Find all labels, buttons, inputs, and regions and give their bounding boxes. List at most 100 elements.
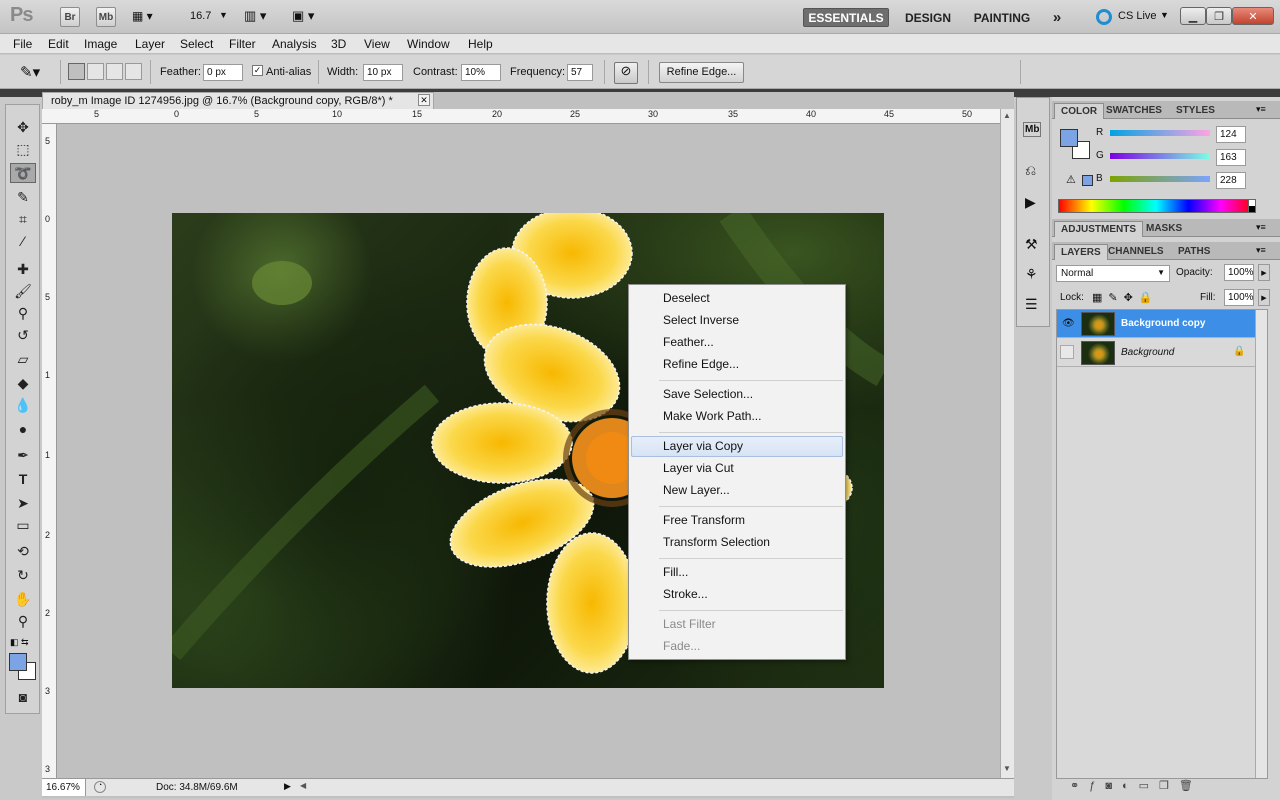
opacity-arrow-icon[interactable]: ▶ <box>1258 264 1270 281</box>
brush-presets-panel-icon[interactable]: ⚒ <box>1025 236 1038 253</box>
cs-live-button[interactable]: CS Live <box>1118 10 1157 22</box>
scroll-up-icon[interactable]: ▲ <box>1003 111 1011 120</box>
menu-3d[interactable]: 3D <box>331 37 346 51</box>
scroll-left-icon[interactable]: ◀ <box>300 781 306 790</box>
new-selection-icon[interactable] <box>68 63 85 80</box>
zoom-dropdown-icon[interactable]: ▼ <box>219 10 228 20</box>
layer-name[interactable]: Background copy <box>1121 318 1205 329</box>
restore-button[interactable]: ❐ <box>1206 7 1232 25</box>
minimize-button[interactable]: ▁ <box>1180 7 1206 25</box>
cs-live-dropdown-icon[interactable]: ▼ <box>1160 10 1169 20</box>
refine-edge-button[interactable]: Refine Edge... <box>659 62 744 83</box>
menu-item-layer-via-copy[interactable]: Layer via Copy <box>631 436 843 457</box>
status-info-icon[interactable]: ◔ <box>94 781 106 793</box>
mini-bridge-panel-icon[interactable]: Mb <box>1023 122 1042 137</box>
clone-stamp-tool-icon[interactable]: ⚲ <box>10 303 36 323</box>
g-slider[interactable] <box>1110 153 1210 159</box>
menu-item-free-transform[interactable]: Free Transform <box>631 510 843 531</box>
contrast-input[interactable]: 10% <box>461 64 501 81</box>
tab-masks[interactable]: MASKS <box>1140 221 1188 237</box>
document-tab[interactable]: roby_m Image ID 1274956.jpg @ 16.7% (Bac… <box>42 92 434 109</box>
move-tool-icon[interactable]: ✥ <box>10 117 36 137</box>
history-brush-tool-icon[interactable]: ↺ <box>10 325 36 345</box>
tab-adjustments[interactable]: ADJUSTMENTS <box>1054 221 1144 237</box>
quick-mask-icon[interactable]: ◙ <box>10 687 36 707</box>
magnetic-lasso-tool-preset-icon[interactable]: ✎▾ <box>20 63 40 81</box>
panel-menu-icon[interactable]: ▾≡ <box>1256 104 1266 115</box>
add-to-selection-icon[interactable] <box>87 63 104 80</box>
r-slider[interactable] <box>1110 130 1210 136</box>
menu-window[interactable]: Window <box>407 37 450 51</box>
pen-tool-icon[interactable]: ✒ <box>10 445 36 465</box>
quick-selection-tool-icon[interactable]: ✎ <box>10 187 36 207</box>
view-extras-button[interactable]: ▦ ▾ <box>132 9 164 25</box>
cs-live-icon[interactable] <box>1096 9 1112 25</box>
fill-input[interactable]: 100% <box>1224 289 1254 306</box>
g-value-input[interactable]: 163 <box>1216 149 1246 166</box>
arrange-documents-button[interactable]: ▥ ▾ <box>244 8 280 26</box>
menu-item-layer-via-cut[interactable]: Layer via Cut <box>631 458 843 479</box>
menu-select[interactable]: Select <box>180 37 213 51</box>
menu-item-refine-edge[interactable]: Refine Edge... <box>631 354 843 375</box>
workspace-painting[interactable]: PAINTING <box>966 8 1038 27</box>
frequency-input[interactable]: 57 <box>567 64 593 81</box>
blur-tool-icon[interactable]: 💧 <box>10 395 36 415</box>
opacity-input[interactable]: 100% <box>1224 264 1254 281</box>
hand-tool-icon[interactable]: ✋ <box>10 589 36 609</box>
workspace-essentials[interactable]: ESSENTIALS <box>803 8 889 27</box>
intersect-selection-icon[interactable] <box>125 63 142 80</box>
zoom-status-field[interactable]: 16.67% <box>42 779 86 796</box>
menu-item-save-selection[interactable]: Save Selection... <box>631 384 843 405</box>
anti-alias-checkbox[interactable]: ✓ <box>252 65 263 76</box>
blend-mode-select[interactable]: Normal ▼ <box>1056 265 1170 282</box>
zoom-tool-icon[interactable]: ⚲ <box>10 611 36 631</box>
vertical-scrollbar[interactable]: ▲ ▼ <box>1000 109 1014 778</box>
menu-file[interactable]: File <box>13 37 32 51</box>
menu-help[interactable]: Help <box>468 37 493 51</box>
clone-source-panel-icon[interactable]: ⚘ <box>1025 266 1038 283</box>
subtract-from-selection-icon[interactable] <box>106 63 123 80</box>
status-menu-arrow-icon[interactable]: ▶ <box>284 781 291 792</box>
layers-footer-icons[interactable]: ⚭ƒ◙◐▭❐🗑 <box>1070 779 1270 797</box>
foreground-color-swatch[interactable] <box>9 653 27 671</box>
menu-edit[interactable]: Edit <box>48 37 69 51</box>
gamut-warning-icon[interactable]: ⚠ <box>1066 173 1076 186</box>
mini-bridge-button[interactable]: Mb <box>96 7 116 27</box>
tab-channels[interactable]: CHANNELS <box>1102 244 1170 260</box>
close-button[interactable]: ✕ <box>1232 7 1274 25</box>
tab-layers[interactable]: LAYERS <box>1054 244 1108 260</box>
menu-item-feather[interactable]: Feather... <box>631 332 843 353</box>
color-spectrum-ramp[interactable] <box>1058 199 1254 213</box>
default-colors-icon[interactable]: ◧ ⇆ <box>10 637 29 648</box>
tab-color[interactable]: COLOR <box>1054 103 1105 119</box>
path-selection-tool-icon[interactable]: ➤ <box>10 493 36 513</box>
layer-row-background-copy[interactable]: 👁 Background copy <box>1057 310 1259 338</box>
dodge-tool-icon[interactable]: ● <box>10 419 36 439</box>
visibility-eye-icon[interactable]: 👁 <box>1062 318 1075 329</box>
magnetic-lasso-tool-icon[interactable]: ➰ <box>10 163 36 183</box>
lock-options-icons[interactable]: ▦✎✥🔒 <box>1092 291 1159 304</box>
r-value-input[interactable]: 124 <box>1216 126 1246 143</box>
brush-tool-icon[interactable]: 🖌 <box>10 281 36 301</box>
menu-item-transform-selection[interactable]: Transform Selection <box>631 532 843 553</box>
menu-item-stroke[interactable]: Stroke... <box>631 584 843 605</box>
b-slider[interactable] <box>1110 176 1210 182</box>
type-tool-icon[interactable]: T <box>10 469 36 489</box>
gradient-tool-icon[interactable]: ◆ <box>10 373 36 393</box>
layer-row-background[interactable]: Background 🔒 <box>1057 339 1259 367</box>
menu-filter[interactable]: Filter <box>229 37 256 51</box>
menu-layer[interactable]: Layer <box>135 37 165 51</box>
gamut-color-swatch[interactable] <box>1082 175 1093 186</box>
zoom-level[interactable]: 16.7 <box>190 10 211 22</box>
tool-presets-panel-icon[interactable]: ☰ <box>1025 296 1038 313</box>
workspace-design[interactable]: DESIGN <box>898 8 958 27</box>
more-workspaces-button[interactable]: » <box>1046 8 1068 27</box>
width-input[interactable]: 10 px <box>363 64 403 81</box>
panel-menu-icon[interactable]: ▾≡ <box>1256 222 1266 233</box>
rectangle-tool-icon[interactable]: ▭ <box>10 515 36 535</box>
screen-mode-button[interactable]: ▣ ▾ <box>292 8 328 26</box>
b-value-input[interactable]: 228 <box>1216 172 1246 189</box>
layer-name[interactable]: Background <box>1121 347 1174 358</box>
menu-item-make-work-path[interactable]: Make Work Path... <box>631 406 843 427</box>
tab-styles[interactable]: STYLES <box>1170 103 1221 119</box>
